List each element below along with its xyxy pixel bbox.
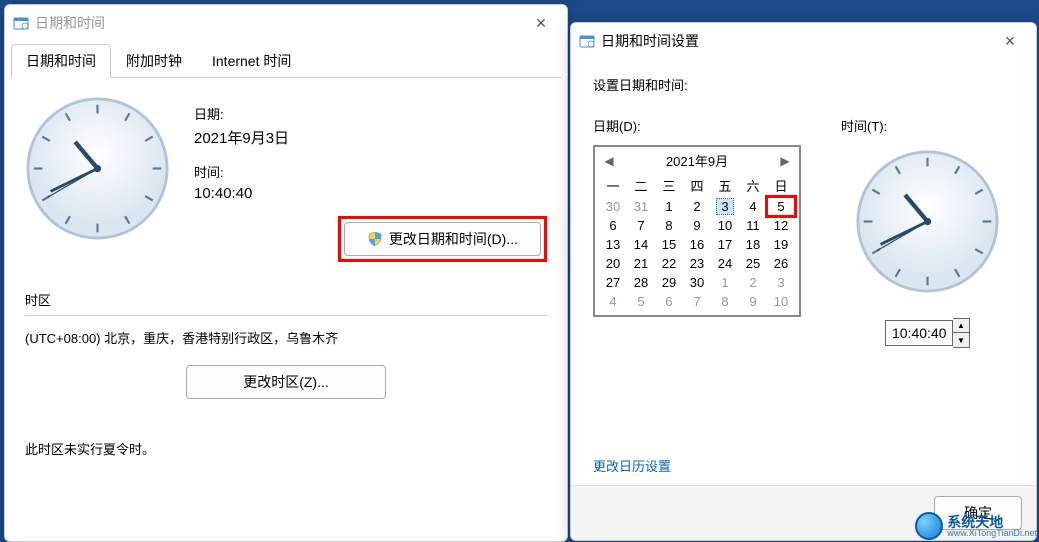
analog-clock: [855, 149, 1000, 294]
calendar: ◀ 2021年9月 ▶ 一二三四五六日303112345678910111213…: [593, 145, 801, 317]
tab-body: 日期: 2021年9月3日 时间: 10:40:40 更改日期和时间(D)...: [5, 78, 567, 476]
calendar-day[interactable]: 1: [711, 273, 739, 292]
calendar-day[interactable]: 26: [767, 254, 795, 273]
calendar-weekday-header: 日: [767, 174, 795, 197]
calendar-day[interactable]: 1: [655, 197, 683, 216]
date-time-window: 日期和时间 × 日期和时间 附加时钟 Internet 时间: [4, 4, 568, 542]
time-value: 10:40:40: [194, 185, 547, 202]
calendar-day[interactable]: 14: [627, 235, 655, 254]
calendar-weekday-header: 二: [627, 174, 655, 197]
calendar-day[interactable]: 30: [683, 273, 711, 292]
close-icon[interactable]: ×: [992, 23, 1028, 59]
spin-up-icon[interactable]: ▲: [953, 319, 969, 333]
calendar-day[interactable]: 31: [627, 197, 655, 216]
divider: [25, 315, 547, 316]
app-icon: [579, 33, 595, 49]
timezone-value: (UTC+08:00) 北京，重庆，香港特别行政区，乌鲁木齐: [25, 328, 547, 347]
close-icon[interactable]: ×: [523, 5, 559, 41]
shield-icon: [367, 231, 383, 247]
tab-datetime[interactable]: 日期和时间: [11, 44, 111, 78]
calendar-weekday-header: 五: [711, 174, 739, 197]
calendar-day[interactable]: 8: [655, 216, 683, 235]
window-title: 日期和时间: [35, 13, 105, 33]
calendar-day[interactable]: 6: [599, 216, 627, 235]
dst-note: 此时区未实行夏令时。: [25, 439, 547, 458]
date-time-settings-window: 日期和时间设置 × 设置日期和时间: 日期(D): ◀ 2021年9月 ▶ 一二…: [570, 22, 1037, 541]
change-datetime-button[interactable]: 更改日期和时间(D)...: [344, 222, 541, 256]
calendar-day[interactable]: 9: [683, 216, 711, 235]
calendar-day[interactable]: 19: [767, 235, 795, 254]
calendar-day[interactable]: 5: [627, 292, 655, 311]
tab-internet-time[interactable]: Internet 时间: [197, 44, 306, 78]
calendar-day[interactable]: 27: [599, 273, 627, 292]
change-datetime-label: 更改日期和时间(D)...: [389, 229, 518, 249]
next-month-icon[interactable]: ▶: [777, 154, 793, 168]
calendar-day[interactable]: 6: [655, 292, 683, 311]
date-column-label: 日期(D):: [593, 116, 807, 135]
calendar-day[interactable]: 24: [711, 254, 739, 273]
highlight-frame: 更改日期和时间(D)...: [338, 216, 547, 262]
titlebar: 日期和时间 ×: [5, 5, 567, 41]
time-input[interactable]: [885, 320, 953, 346]
tab-bar: 日期和时间 附加时钟 Internet 时间: [11, 41, 561, 78]
dialog-footer: 确定: [571, 485, 1036, 540]
calendar-day[interactable]: 18: [739, 235, 767, 254]
change-timezone-label: 更改时区(Z)...: [243, 372, 329, 392]
calendar-weekday-header: 一: [599, 174, 627, 197]
app-icon: [13, 15, 29, 31]
calendar-day[interactable]: 30: [599, 197, 627, 216]
analog-clock: [25, 96, 170, 241]
window-title: 日期和时间设置: [601, 31, 699, 51]
calendar-day[interactable]: 3: [711, 197, 739, 216]
calendar-day[interactable]: 12: [767, 216, 795, 235]
change-calendar-settings-link[interactable]: 更改日历设置: [593, 416, 1014, 475]
calendar-day[interactable]: 10: [767, 292, 795, 311]
calendar-day[interactable]: 7: [683, 292, 711, 311]
calendar-day[interactable]: 11: [739, 216, 767, 235]
set-datetime-label: 设置日期和时间:: [593, 75, 1014, 94]
calendar-day[interactable]: 20: [599, 254, 627, 273]
calendar-day[interactable]: 29: [655, 273, 683, 292]
calendar-weekday-header: 三: [655, 174, 683, 197]
ok-button[interactable]: 确定: [934, 496, 1022, 530]
calendar-day[interactable]: 4: [599, 292, 627, 311]
time-label: 时间:: [194, 162, 547, 181]
calendar-day[interactable]: 5: [767, 197, 795, 216]
timezone-label: 时区: [25, 290, 547, 309]
calendar-day[interactable]: 16: [683, 235, 711, 254]
calendar-weekday-header: 四: [683, 174, 711, 197]
calendar-day[interactable]: 10: [711, 216, 739, 235]
calendar-day[interactable]: 28: [627, 273, 655, 292]
calendar-day[interactable]: 4: [739, 197, 767, 216]
calendar-day[interactable]: 2: [739, 273, 767, 292]
date-value: 2021年9月3日: [194, 127, 547, 148]
calendar-day[interactable]: 25: [739, 254, 767, 273]
calendar-day[interactable]: 7: [627, 216, 655, 235]
calendar-day[interactable]: 2: [683, 197, 711, 216]
titlebar: 日期和时间设置 ×: [571, 23, 1036, 59]
calendar-day[interactable]: 15: [655, 235, 683, 254]
date-label: 日期:: [194, 104, 547, 123]
calendar-day[interactable]: 17: [711, 235, 739, 254]
calendar-day[interactable]: 23: [683, 254, 711, 273]
calendar-day[interactable]: 22: [655, 254, 683, 273]
tab-additional-clocks[interactable]: 附加时钟: [111, 44, 197, 78]
calendar-day[interactable]: 13: [599, 235, 627, 254]
spin-down-icon[interactable]: ▼: [953, 333, 969, 347]
time-column-label: 时间(T):: [841, 116, 887, 135]
calendar-weekday-header: 六: [739, 174, 767, 197]
change-timezone-button[interactable]: 更改时区(Z)...: [186, 365, 386, 399]
prev-month-icon[interactable]: ◀: [601, 154, 617, 168]
time-spinner: ▲ ▼: [885, 318, 970, 348]
calendar-day[interactable]: 21: [627, 254, 655, 273]
calendar-day[interactable]: 3: [767, 273, 795, 292]
calendar-day[interactable]: 8: [711, 292, 739, 311]
calendar-day[interactable]: 9: [739, 292, 767, 311]
calendar-month: 2021年9月: [617, 151, 777, 170]
ok-label: 确定: [964, 503, 992, 523]
